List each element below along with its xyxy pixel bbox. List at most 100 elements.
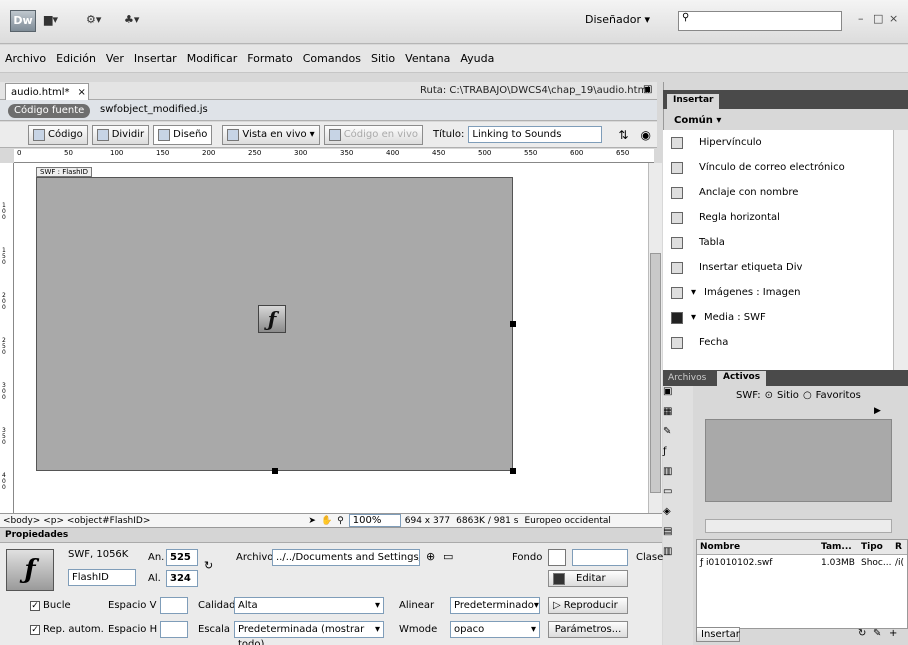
insert-tab[interactable]: Insertar [667,94,720,109]
colors-category-icon[interactable]: ▦ [663,406,693,426]
insert-item-div-tag[interactable]: Insertar etiqueta Div [663,255,893,280]
insert-item-email-link[interactable]: Vínculo de correo electrónico [663,155,893,180]
play-button[interactable]: ▷ Reproducir [548,597,628,614]
browse-folder-icon[interactable]: ▭ [443,550,453,563]
extend-dropdown[interactable]: ⚙▾ [86,13,101,31]
menu-modificar[interactable]: Modificar [182,45,243,73]
scroll-thumb[interactable] [650,253,661,493]
split-view-button[interactable]: Dividir [91,124,150,145]
zoom-select[interactable]: 100% [348,514,401,527]
menu-comandos[interactable]: Comandos [298,45,366,73]
scale-select[interactable]: Predeterminada (mostrar todo) ▾ [234,621,384,645]
insert-scrollbar[interactable] [893,130,908,370]
list-item[interactable]: ƒ i01010102.swf 1.03MB Shoc... /i( [697,555,907,571]
reset-size-icon[interactable]: ↻ [204,559,213,572]
point-to-file-icon[interactable]: ⊕ [426,550,435,563]
minimize-button[interactable]: – [858,12,864,25]
menu-ver[interactable]: Ver [101,45,129,73]
wmode-select[interactable]: opaco ▾ [450,621,540,638]
width-input[interactable]: 525 [166,549,198,566]
insert-item-table[interactable]: Tabla [663,230,893,255]
layout-dropdown[interactable]: ▆▾ [44,13,58,31]
col-type[interactable]: Tipo [861,542,895,552]
close-tab-icon[interactable]: × [78,87,86,98]
hand-tool-icon[interactable]: ✋ [321,516,332,526]
maximize-button[interactable]: □ [873,12,883,25]
insert-item-hyperlink[interactable]: Hipervínculo [663,130,893,155]
align-select[interactable]: Predeterminado ▾ [450,597,540,614]
insert-item-media[interactable]: ▾ Media : SWF [663,305,893,330]
help-search-input[interactable]: ⚲ [678,11,842,31]
site-radio[interactable]: ⊙ [765,390,773,401]
parameters-button[interactable]: Parámetros... [548,621,628,638]
loop-checkbox[interactable]: ✓ [30,601,40,611]
movies-category-icon[interactable]: ▭ [663,486,693,506]
resize-handle-right[interactable] [510,321,516,327]
insert-item-images[interactable]: ▾ Imágenes : Imagen [663,280,893,305]
tag-selector[interactable]: <body> <p> <object#FlashID> [0,516,150,526]
menu-ayuda[interactable]: Ayuda [455,45,499,73]
file-input[interactable]: ../../Documents and Settings/# [272,549,420,566]
insert-asset-button[interactable]: Insertar [696,627,740,642]
edit-button[interactable]: Editar [548,570,628,587]
insert-item-named-anchor[interactable]: Anclaje con nombre [663,180,893,205]
code-view-button[interactable]: Código [28,124,88,145]
quality-select[interactable]: Alta ▾ [234,597,384,614]
menu-sitio[interactable]: Sitio [366,45,400,73]
images-category-icon[interactable]: ▣ [663,386,693,406]
col-r[interactable]: R [895,542,902,552]
live-view-button[interactable]: Vista en vivo ▾ [222,124,320,145]
assets-tab[interactable]: Activos [717,371,767,386]
related-file-link[interactable]: swfobject_modified.js [100,104,208,115]
swf-id-input[interactable]: FlashID [68,569,136,586]
design-view-button[interactable]: Diseño [153,124,213,145]
menu-archivo[interactable]: Archivo [0,45,51,73]
shockwave-category-icon[interactable]: ▥ [663,466,693,486]
add-favorite-icon[interactable]: + [889,628,897,639]
workspace-switcher[interactable]: Diseñador ▾ [585,13,650,26]
edit-icon[interactable]: ✎ [873,628,881,639]
site-dropdown[interactable]: ♣▾ [124,13,139,31]
live-code-button[interactable]: Código en vivo [323,124,423,145]
insert-item-date[interactable]: Fecha [663,330,893,355]
filter-label: SWF: [736,390,761,401]
insert-item-horizontal-rule[interactable]: Regla horizontal [663,205,893,230]
insert-category-dropdown[interactable]: Común ▾ [674,115,721,126]
templates-category-icon[interactable]: ▤ [663,526,693,546]
background-color-input[interactable] [572,549,628,566]
zoom-tool-icon[interactable]: ⚲ [337,516,344,526]
canvas-scrollbar[interactable] [648,163,662,513]
window-size[interactable]: 694 x 377 [405,516,450,526]
background-color-swatch[interactable] [548,549,566,566]
height-input[interactable]: 324 [166,570,198,587]
vspace-input[interactable] [160,597,188,614]
select-tool-icon[interactable]: ➤ [308,516,316,526]
resize-handle-corner[interactable] [510,468,516,474]
close-window-button[interactable]: × [889,12,898,25]
swf-category-icon[interactable]: ƒ [663,446,693,466]
menu-ventana[interactable]: Ventana [400,45,455,73]
preview-browser-icon[interactable]: ◉ [640,128,650,142]
urls-category-icon[interactable]: ✎ [663,426,693,446]
favorites-radio[interactable]: ○ [803,390,812,401]
col-name[interactable]: Nombre [697,542,821,552]
file-management-icon[interactable]: ⇅ [618,128,628,142]
play-icon[interactable]: ▶ [874,406,881,416]
restore-doc-icon[interactable]: ▣ [643,84,652,95]
col-size[interactable]: Tam... [821,542,861,552]
scripts-category-icon[interactable]: ◈ [663,506,693,526]
resize-handle-bottom[interactable] [272,468,278,474]
preview-scrollbar[interactable] [705,519,892,533]
source-code-button[interactable]: Código fuente [8,104,91,118]
menu-formato[interactable]: Formato [242,45,298,73]
refresh-icon[interactable]: ↻ [858,628,866,639]
menu-insertar[interactable]: Insertar [129,45,182,73]
files-tab[interactable]: Archivos [668,373,706,383]
properties-header[interactable]: Propiedades [0,528,662,543]
title-input[interactable]: Linking to Sounds [468,126,603,143]
hspace-input[interactable] [160,621,188,638]
menu-edicion[interactable]: Edición [51,45,101,73]
document-tab[interactable]: audio.html* × [5,83,89,100]
library-category-icon[interactable]: ▥ [663,546,693,566]
autoplay-checkbox[interactable]: ✓ [30,625,40,635]
